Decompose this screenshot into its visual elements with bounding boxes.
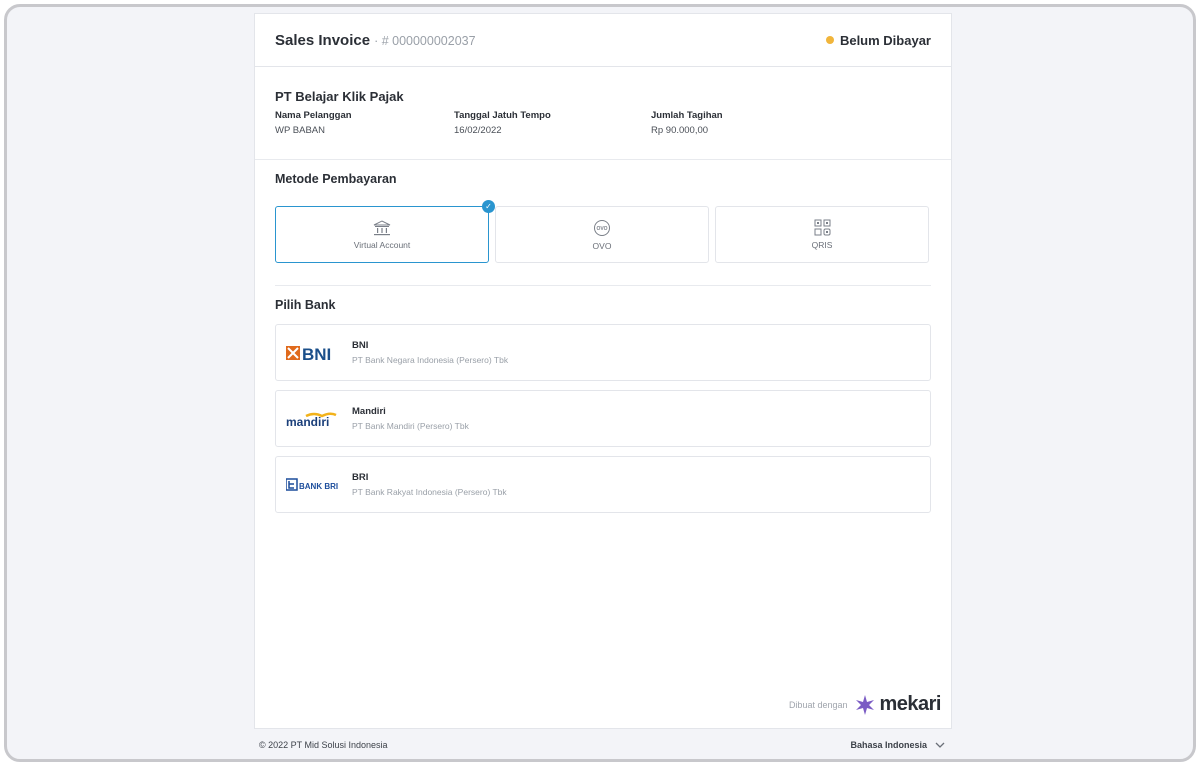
- bank-full-name: PT Bank Rakyat Indonesia (Persero) Tbk: [352, 487, 507, 497]
- due-date-label: Tanggal Jatuh Tempo: [454, 110, 551, 121]
- method-label: Virtual Account: [353, 239, 411, 250]
- payment-methods: ✓ Virtual Account OVO OVO QRIS: [275, 200, 931, 263]
- method-label: QRIS: [811, 240, 833, 250]
- customer-field: Nama Pelanggan WP BABAN: [275, 110, 454, 136]
- svg-text:BANK BRI: BANK BRI: [299, 482, 338, 491]
- bank-full-name: PT Bank Negara Indonesia (Persero) Tbk: [352, 355, 509, 365]
- bank-option-mandiri[interactable]: mandiri Mandiri PT Bank Mandiri (Persero…: [275, 390, 931, 447]
- invoice-header: Sales Invoice · # 000000002037 Belum Dib…: [255, 14, 951, 67]
- bank-option-bni[interactable]: BNI BNI PT Bank Negara Indonesia (Perser…: [275, 324, 931, 381]
- bank-section: Pilih Bank BNI BNI PT Bank Negara Indone…: [255, 286, 951, 513]
- mandiri-logo-icon: mandiri: [286, 408, 342, 430]
- due-date-field: Tanggal Jatuh Tempo 16/02/2022: [454, 110, 651, 136]
- due-date-value: 16/02/2022: [454, 125, 502, 136]
- browser-frame: Sales Invoice · # 000000002037 Belum Dib…: [4, 4, 1196, 762]
- invoice-details: Nama Pelanggan WP BABAN Tanggal Jatuh Te…: [275, 110, 931, 136]
- bank-option-bri[interactable]: BANK BRI BRI PT Bank Rakyat Indonesia (P…: [275, 456, 931, 513]
- payment-method-title: Metode Pembayaran: [275, 172, 397, 186]
- bank-text: BRI PT Bank Rakyat Indonesia (Persero) T…: [352, 472, 507, 497]
- svg-text:BNI: BNI: [302, 345, 331, 362]
- made-with-branding: Dibuat dengan mekari: [788, 693, 942, 716]
- ovo-icon: OVO: [594, 219, 610, 236]
- customer-label: Nama Pelanggan: [275, 110, 352, 121]
- copyright-text: © 2022 PT Mid Solusi Indonesia: [259, 740, 388, 750]
- check-icon: ✓: [482, 200, 495, 213]
- method-label: OVO: [592, 240, 612, 251]
- amount-value: Rp 90.000,00: [651, 125, 709, 136]
- invoice-title: Sales Invoice: [275, 31, 371, 49]
- amount-field: Jumlah Tagihan Rp 90.000,00: [651, 110, 723, 136]
- language-selector[interactable]: Bahasa Indonesia: [850, 740, 945, 750]
- bank-building-icon: [373, 219, 391, 235]
- qr-code-icon: [814, 219, 830, 236]
- payment-section: Metode Pembayaran ✓ Virtual Account OVO …: [255, 160, 951, 286]
- language-label: Bahasa Indonesia: [850, 740, 927, 750]
- choose-bank-title: Pilih Bank: [275, 298, 336, 312]
- invoice-number: · # 000000002037: [374, 33, 476, 48]
- mekari-logo-text: mekari: [879, 693, 942, 715]
- method-qris[interactable]: QRIS: [715, 206, 929, 263]
- bank-text: Mandiri PT Bank Mandiri (Persero) Tbk: [352, 406, 469, 431]
- bank-text: BNI PT Bank Negara Indonesia (Persero) T…: [352, 340, 508, 365]
- invoice-title-group: Sales Invoice · # 000000002037: [275, 32, 476, 49]
- bank-name: BRI: [352, 472, 369, 483]
- svg-text:mandiri: mandiri: [286, 415, 329, 429]
- company-info: PT Belajar Klik Pajak Nama Pelanggan WP …: [255, 67, 951, 160]
- bni-logo-icon: BNI: [286, 342, 342, 364]
- page-footer: © 2022 PT Mid Solusi Indonesia Bahasa In…: [259, 740, 945, 750]
- company-name: PT Belajar Klik Pajak: [275, 89, 404, 104]
- status-badge: Belum Dibayar: [825, 32, 931, 48]
- bank-full-name: PT Bank Mandiri (Persero) Tbk: [352, 421, 469, 431]
- svg-text:OVO: OVO: [596, 226, 607, 232]
- status-label: Belum Dibayar: [839, 32, 931, 48]
- customer-value: WP BABAN: [275, 125, 325, 136]
- amount-label: Jumlah Tagihan: [651, 110, 723, 121]
- made-with-label: Dibuat dengan: [788, 699, 848, 710]
- chevron-down-icon: [935, 742, 945, 748]
- method-ovo[interactable]: OVO OVO: [495, 206, 709, 263]
- bank-name: BNI: [352, 340, 369, 351]
- status-dot-icon: [825, 36, 834, 44]
- bri-logo-icon: BANK BRI: [286, 474, 342, 496]
- bank-name: Mandiri: [352, 406, 386, 417]
- method-virtual-account[interactable]: ✓ Virtual Account: [275, 200, 495, 263]
- mekari-star-icon: [855, 694, 874, 715]
- invoice-card: Sales Invoice · # 000000002037 Belum Dib…: [254, 13, 952, 729]
